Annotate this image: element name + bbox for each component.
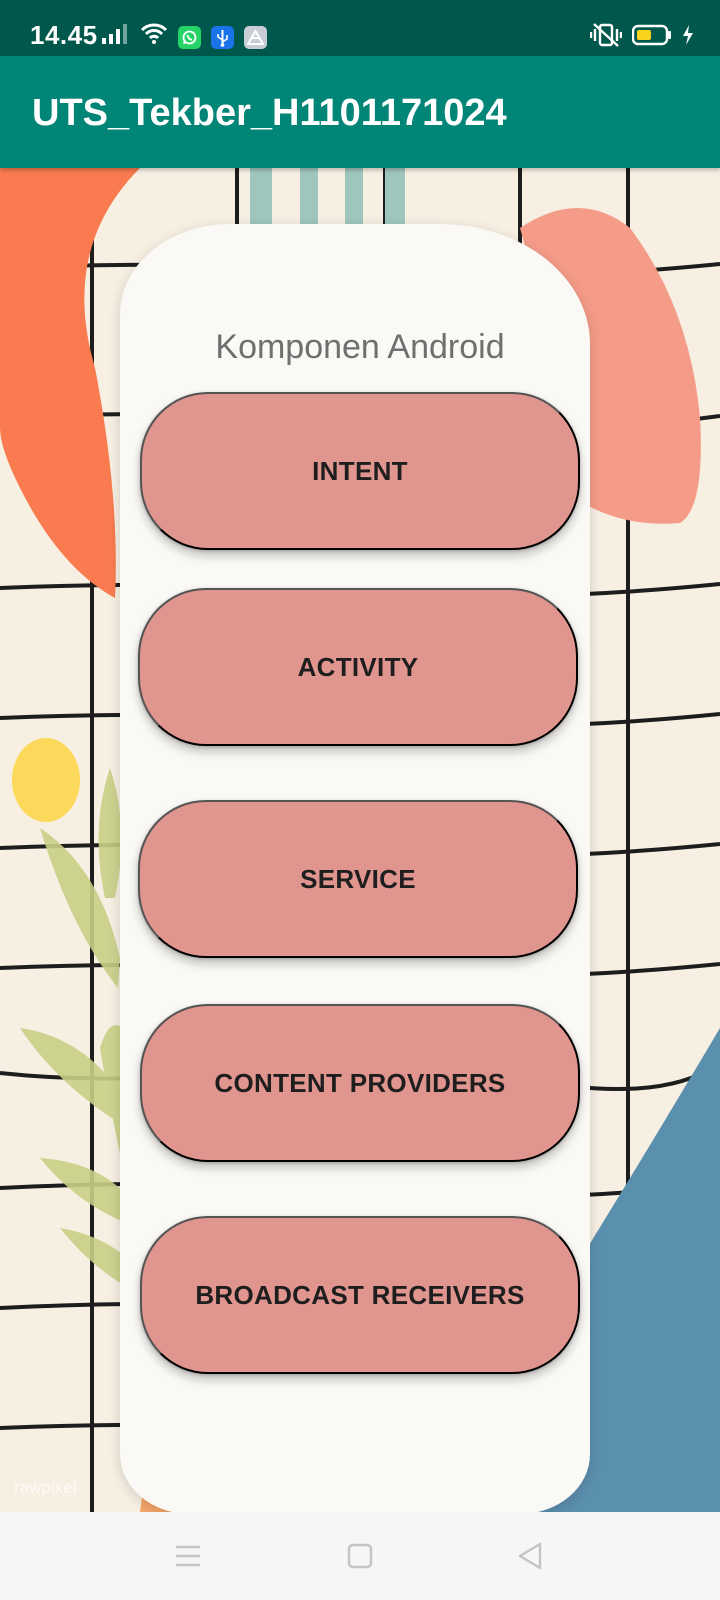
usb-icon	[211, 26, 234, 49]
activity-button[interactable]: ACTIVITY	[138, 588, 578, 746]
status-time: 14.45	[30, 20, 98, 50]
home-icon[interactable]	[338, 1534, 382, 1578]
back-icon[interactable]	[508, 1534, 552, 1578]
status-left-icons	[102, 22, 267, 49]
status-bar: 14.45	[0, 0, 720, 56]
signal-icon	[102, 24, 130, 49]
battery-icon	[631, 24, 672, 51]
charging-icon	[682, 25, 694, 50]
broadcast-receivers-button[interactable]: BROADCAST RECEIVERS	[140, 1216, 580, 1374]
vibrate-icon	[589, 22, 623, 53]
section-title: Komponen Android	[215, 328, 505, 366]
navigation-bar	[0, 1512, 720, 1600]
status-right-icons	[589, 22, 694, 53]
app-title: UTS_Tekber_H1101171024	[32, 92, 507, 134]
content-providers-button[interactable]: CONTENT PROVIDERS	[140, 1004, 580, 1162]
watermark: rawpixel	[14, 1478, 77, 1497]
whatsapp-icon	[178, 26, 201, 49]
app-bar: UTS_Tekber_H1101171024	[0, 56, 720, 168]
wifi-icon	[140, 22, 168, 49]
drive-icon	[244, 26, 267, 49]
service-button[interactable]: SERVICE	[138, 800, 578, 958]
main-content: Komponen Android INTENT ACTIVITY SERVICE…	[0, 168, 720, 1512]
menu-icon[interactable]	[166, 1534, 210, 1578]
intent-button[interactable]: INTENT	[140, 392, 580, 550]
